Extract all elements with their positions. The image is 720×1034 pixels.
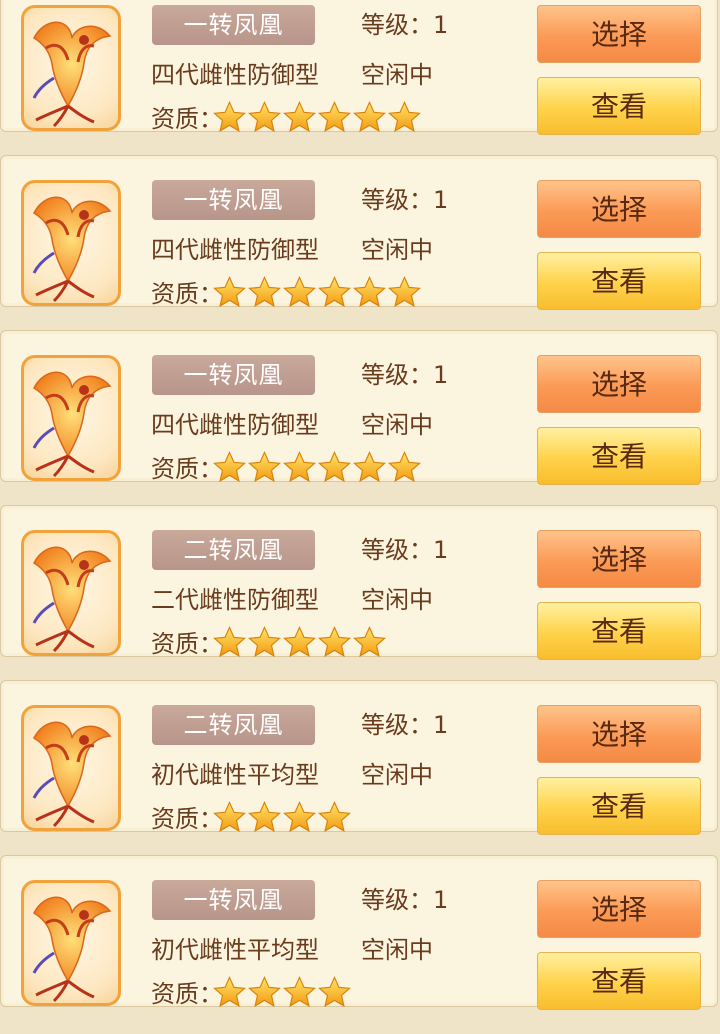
pet-status: 空闲中 — [361, 936, 433, 964]
phoenix-icon — [32, 371, 112, 478]
star-icon — [388, 99, 421, 139]
star-icon — [213, 274, 246, 314]
star-icon — [213, 99, 246, 139]
star-icon — [353, 274, 386, 314]
pet-status: 空闲中 — [361, 236, 433, 264]
phoenix-icon — [32, 21, 112, 128]
pet-type: 四代雌性防御型 — [151, 236, 319, 264]
pet-card: 二转凤凰 等级：1 二代雌性防御型 空闲中 资质： 选择 查看 — [0, 505, 718, 660]
star-icon — [283, 974, 316, 1014]
pet-type: 四代雌性防御型 — [151, 61, 319, 89]
pet-name: 二转凤凰 — [152, 705, 315, 745]
pet-list: 一转凤凰 等级：1 四代雌性防御型 空闲中 资质： 选择 查看 一转凤凰 等级：… — [0, 0, 720, 1034]
star-icon — [248, 274, 281, 314]
level-label: 等级：1 — [361, 536, 449, 564]
quality-stars — [213, 799, 351, 839]
select-button[interactable]: 选择 — [537, 355, 701, 413]
phoenix-portrait[interactable] — [21, 705, 121, 831]
star-icon — [318, 99, 351, 139]
phoenix-icon — [32, 721, 112, 828]
pet-name: 一转凤凰 — [152, 355, 315, 395]
select-button[interactable]: 选择 — [537, 5, 701, 63]
quality-stars — [213, 99, 421, 139]
star-icon — [283, 449, 316, 489]
level-value: 1 — [433, 711, 449, 739]
level-value: 1 — [433, 536, 449, 564]
star-icon — [213, 974, 246, 1014]
pet-card: 一转凤凰 等级：1 四代雌性防御型 空闲中 资质： 选择 查看 — [0, 0, 718, 135]
quality-stars — [213, 274, 421, 314]
star-icon — [248, 99, 281, 139]
star-icon — [213, 624, 246, 664]
view-button[interactable]: 查看 — [537, 252, 701, 310]
level-value: 1 — [433, 361, 449, 389]
pet-name: 一转凤凰 — [152, 5, 315, 45]
pet-card: 一转凤凰 等级：1 初代雌性平均型 空闲中 资质： 选择 查看 — [0, 855, 718, 1010]
level-value: 1 — [433, 886, 449, 914]
pet-type: 初代雌性平均型 — [151, 936, 319, 964]
select-button[interactable]: 选择 — [537, 705, 701, 763]
star-icon — [248, 974, 281, 1014]
phoenix-icon — [32, 546, 112, 653]
view-button[interactable]: 查看 — [537, 427, 701, 485]
select-button[interactable]: 选择 — [537, 880, 701, 938]
star-icon — [283, 99, 316, 139]
star-icon — [318, 624, 351, 664]
phoenix-portrait[interactable] — [21, 355, 121, 481]
star-icon — [353, 624, 386, 664]
quality-stars — [213, 624, 386, 664]
pet-type: 初代雌性平均型 — [151, 761, 319, 789]
pet-type: 二代雌性防御型 — [151, 586, 319, 614]
star-icon — [283, 624, 316, 664]
level-label: 等级：1 — [361, 11, 449, 39]
star-icon — [213, 449, 246, 489]
pet-status: 空闲中 — [361, 61, 433, 89]
view-button[interactable]: 查看 — [537, 602, 701, 660]
level-label: 等级：1 — [361, 186, 449, 214]
quality-stars — [213, 449, 421, 489]
pet-name: 一转凤凰 — [152, 880, 315, 920]
star-icon — [283, 274, 316, 314]
quality-stars — [213, 974, 351, 1014]
star-icon — [318, 274, 351, 314]
select-button[interactable]: 选择 — [537, 530, 701, 588]
view-button[interactable]: 查看 — [537, 777, 701, 835]
phoenix-icon — [32, 896, 112, 1003]
pet-card: 一转凤凰 等级：1 四代雌性防御型 空闲中 资质： 选择 查看 — [0, 155, 718, 310]
star-icon — [248, 799, 281, 839]
phoenix-portrait[interactable] — [21, 5, 121, 131]
level-label: 等级：1 — [361, 711, 449, 739]
level-label: 等级：1 — [361, 886, 449, 914]
select-button[interactable]: 选择 — [537, 180, 701, 238]
pet-type: 四代雌性防御型 — [151, 411, 319, 439]
phoenix-portrait[interactable] — [21, 180, 121, 306]
star-icon — [388, 274, 421, 314]
level-value: 1 — [433, 186, 449, 214]
phoenix-icon — [32, 196, 112, 303]
pet-name: 二转凤凰 — [152, 530, 315, 570]
pet-status: 空闲中 — [361, 761, 433, 789]
pet-status: 空闲中 — [361, 411, 433, 439]
star-icon — [353, 449, 386, 489]
star-icon — [213, 799, 246, 839]
star-icon — [353, 99, 386, 139]
star-icon — [283, 799, 316, 839]
star-icon — [388, 449, 421, 489]
phoenix-portrait[interactable] — [21, 530, 121, 656]
level-value: 1 — [433, 11, 449, 39]
view-button[interactable]: 查看 — [537, 77, 701, 135]
phoenix-portrait[interactable] — [21, 880, 121, 1006]
star-icon — [318, 449, 351, 489]
level-label: 等级：1 — [361, 361, 449, 389]
star-icon — [318, 974, 351, 1014]
pet-name: 一转凤凰 — [152, 180, 315, 220]
view-button[interactable]: 查看 — [537, 952, 701, 1010]
pet-status: 空闲中 — [361, 586, 433, 614]
pet-card: 一转凤凰 等级：1 四代雌性防御型 空闲中 资质： 选择 查看 — [0, 330, 718, 485]
star-icon — [318, 799, 351, 839]
star-icon — [248, 624, 281, 664]
pet-card: 二转凤凰 等级：1 初代雌性平均型 空闲中 资质： 选择 查看 — [0, 680, 718, 835]
star-icon — [248, 449, 281, 489]
